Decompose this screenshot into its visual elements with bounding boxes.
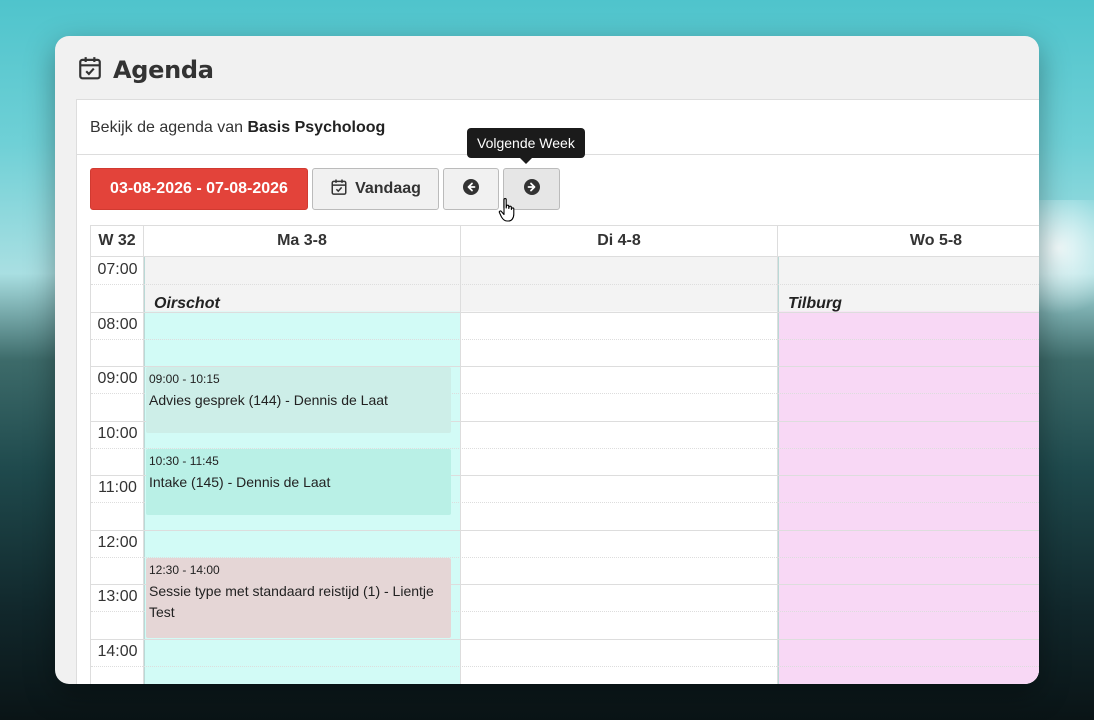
- appointment-time: 09:00 - 10:15: [149, 372, 220, 386]
- time-label: 14:00: [97, 642, 138, 660]
- agenda-card: Agenda Bekijk de agenda van Basis Psycho…: [55, 36, 1039, 684]
- half-hour-line: [91, 338, 1039, 340]
- subtitle-prefix: Bekijk de agenda van: [90, 119, 243, 136]
- appointment-time: 10:30 - 11:45: [149, 453, 219, 468]
- next-week-tooltip: Volgende Week: [467, 128, 585, 164]
- time-label: 13:00: [97, 588, 138, 605]
- hour-line: [91, 529, 1039, 531]
- today-label: Vandaag: [355, 180, 421, 197]
- week-number-header: W 32: [91, 226, 144, 257]
- time-label: 09:00: [97, 370, 138, 387]
- location-label: Oirschot: [154, 295, 220, 312]
- hour-line: [91, 638, 1039, 640]
- half-hour-line: [91, 284, 1039, 286]
- appointment-title: Advies gesprek (144) - Dennis de Laat: [149, 392, 388, 408]
- day-header: Wo 5-8: [778, 226, 1039, 257]
- hour-line: [91, 311, 1039, 313]
- date-range-button[interactable]: 03-08-2026 - 07-08-2026: [90, 168, 308, 210]
- card-header: Agenda: [77, 52, 214, 88]
- appointment-time: 12:30 - 14:00: [149, 562, 220, 577]
- time-label: 11:00: [98, 479, 137, 496]
- time-label: 12:00: [97, 533, 138, 551]
- time-label: 07:00: [97, 261, 138, 278]
- appointment-title: Sessie type met standaard reistijd (1) -…: [149, 582, 434, 620]
- practitioner-name: Basis Psycholoog: [247, 119, 386, 136]
- previous-week-button[interactable]: [443, 168, 499, 210]
- appointment[interactable]: 10:30 - 11:45 Intake (145) - Dennis de La…: [146, 448, 451, 515]
- day-header: Di 4-8: [461, 226, 778, 257]
- day-column: [461, 257, 778, 684]
- time-label: 10:00: [97, 424, 138, 442]
- page-title: Agenda: [113, 56, 214, 84]
- appointment-title: Intake (145) - Dennis de Laat: [149, 473, 331, 490]
- agenda-panel: Bekijk de agenda van Basis Psycholoog 03…: [76, 99, 1039, 684]
- location-label: Tilburg: [788, 295, 842, 312]
- day-header: Ma 3-8: [144, 226, 461, 257]
- time-label: 08:00: [97, 315, 138, 333]
- today-button[interactable]: Vandaag: [312, 168, 439, 210]
- week-calendar: W 32 Ma 3-8 Oirschot Di 4-8 Wo 5-8 Tilburg 07:…: [90, 225, 1039, 684]
- appointment[interactable]: 09:00 - 10:15 Advies gesprek (144) - Denn…: [146, 367, 451, 434]
- half-hour-line: [91, 665, 1039, 667]
- appointment[interactable]: 12:30 - 14:00 Sessie type met standaard r…: [146, 557, 451, 638]
- hand-pointer-cursor-icon: [498, 197, 518, 223]
- arrow-right-circle-icon: [523, 178, 540, 200]
- calendar-check-icon: [77, 55, 103, 86]
- day-column: [778, 257, 1039, 684]
- arrow-left-circle-icon: [463, 178, 479, 200]
- calendar-check-icon: [330, 178, 348, 201]
- agenda-subtitle: Bekijk de agenda van Basis Psycholoog: [90, 119, 385, 137]
